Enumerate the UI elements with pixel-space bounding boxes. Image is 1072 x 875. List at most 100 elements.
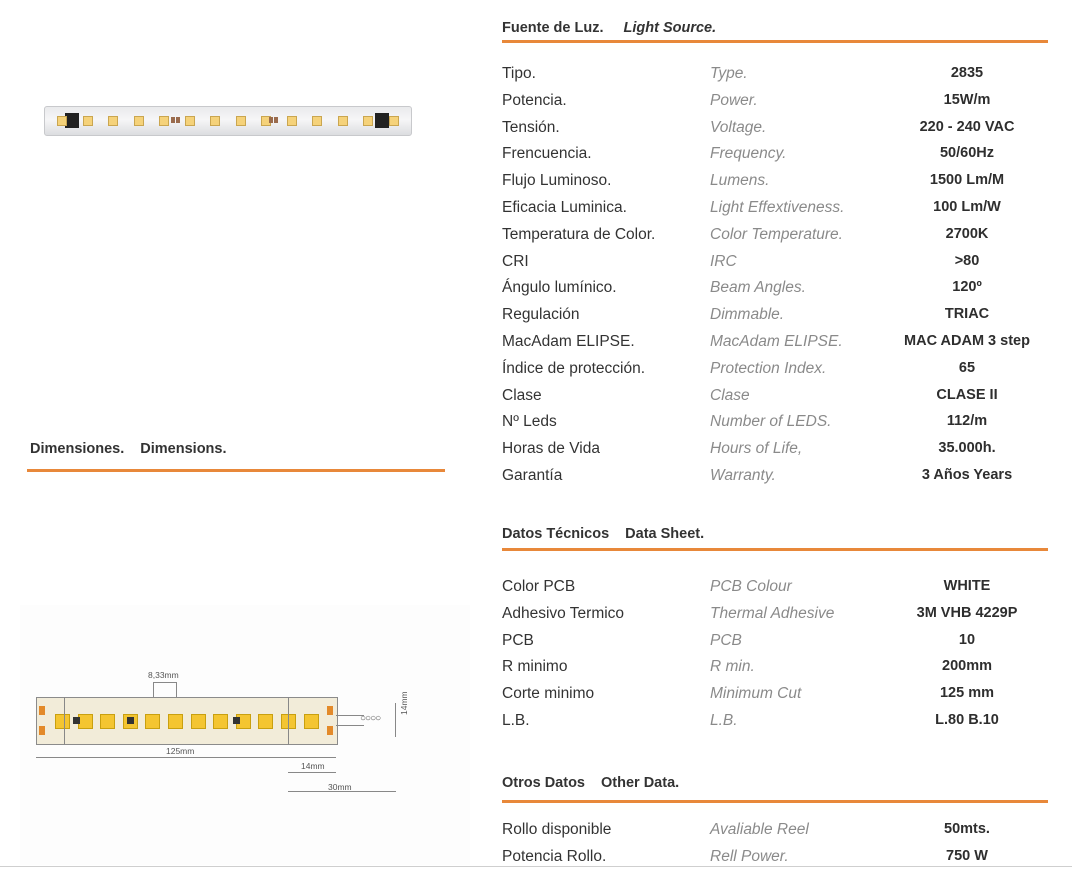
spec-row: Clase Clase CLASE II: [502, 387, 1062, 414]
spec-label-es: Nº Leds: [502, 413, 557, 431]
spec-label-en: Voltage.: [710, 118, 767, 136]
led-drawing: [258, 714, 274, 729]
spec-label-es: Ángulo lumínico.: [502, 279, 617, 297]
spec-label-en: Color Temperature.: [710, 225, 843, 243]
spec-label-en: Power.: [710, 91, 758, 109]
spec-row: Color PCB PCB Colour WHITE: [502, 578, 1062, 605]
spec-value: 120º: [952, 279, 982, 296]
dimensions-rule: [27, 469, 445, 472]
spec-label-en: IRC: [710, 252, 737, 270]
spec-label-en: PCB Colour: [710, 578, 792, 595]
spec-label-es: Adhesivo Termico: [502, 604, 625, 622]
spec-row: Potencia. Power. 15W/m: [502, 92, 1062, 119]
spec-value: 50mts.: [944, 821, 990, 837]
data-sheet-rule: [502, 548, 1048, 551]
spec-value: 35.000h.: [938, 440, 996, 457]
spec-label-es: Potencia Rollo.: [502, 847, 607, 865]
resistor: [269, 117, 273, 123]
resistor-drawing: [233, 717, 240, 724]
led-chip: [108, 116, 118, 126]
spec-label-en: Thermal Adhesive: [710, 604, 835, 622]
spec-label-es: Color PCB: [502, 578, 576, 595]
spec-label-es: Índice de protección.: [502, 359, 646, 377]
spec-label-es: Regulación: [502, 306, 580, 324]
spec-value: 1500 Lm/M: [929, 172, 1005, 189]
spec-row: Tipo. Type. 2835: [502, 65, 1062, 92]
spec-value: TRIAC: [944, 306, 990, 323]
light-source-title-en: Light Source.: [623, 20, 717, 36]
led-chip: [235, 116, 246, 126]
spec-label-en: Rell Power.: [710, 847, 789, 865]
dimensions-title-en: Dimensions.: [140, 441, 227, 457]
spec-row: PCB PCB 10: [502, 632, 1062, 659]
led-drawing: [190, 714, 206, 729]
light-source-heading: Fuente de Luz. Light Source.: [502, 20, 716, 36]
spec-value: L.80 B.10: [935, 711, 999, 728]
dimensions-heading: Dimensiones. Dimensions.: [30, 441, 227, 457]
solder-pad: [39, 706, 45, 715]
spec-label-es: Potencia.: [502, 91, 567, 109]
spec-value: 200mm: [942, 658, 992, 675]
light-source-title-es: Fuente de Luz.: [502, 20, 604, 36]
spec-label-es: Corte minimo: [502, 685, 595, 703]
other-data-title-es: Otros Datos: [502, 775, 585, 791]
spec-label-es: Frencuencia.: [502, 145, 592, 163]
led-chip: [337, 116, 348, 126]
other-data-title-en: Other Data.: [601, 775, 680, 791]
spec-label-es: Flujo Luminoso.: [502, 172, 612, 190]
spec-row: Nº Leds Number of LEDS. 112/m: [502, 413, 1062, 440]
led-strip-photo: [44, 106, 412, 136]
solder-pad: [39, 726, 45, 735]
spec-label-en: Lumens.: [710, 172, 770, 190]
led-chip: [184, 116, 195, 126]
other-data-heading: Otros Datos Other Data.: [502, 775, 679, 791]
driver-chip: [375, 113, 389, 128]
resistor: [274, 117, 278, 123]
spec-row: Corte minimo Minimum Cut 125 mm: [502, 685, 1062, 712]
spec-label-en: Hours of Life,: [710, 440, 803, 458]
led-drawing: [100, 714, 116, 729]
spec-label-es: Garantía: [502, 466, 563, 484]
led-drawing: [55, 714, 70, 729]
spec-label-en: R min.: [710, 658, 755, 676]
data-sheet-title-en: Data Sheet.: [625, 526, 705, 542]
spec-row: R minimo R min. 200mm: [502, 658, 1062, 685]
end-cap-label: 14mm: [301, 761, 325, 771]
spec-value: 65: [958, 359, 976, 376]
spec-label-es: Tipo.: [502, 65, 536, 82]
spec-label-en: Type.: [710, 65, 748, 82]
spec-label-es: Clase: [502, 386, 542, 404]
spec-row: Ángulo lumínico. Beam Angles. 120º: [502, 279, 1062, 306]
spec-value: 112/m: [946, 413, 988, 430]
spec-row: Temperatura de Color. Color Temperature. 2…: [502, 226, 1062, 253]
light-source-rule: [502, 40, 1048, 43]
spec-row: Frencuencia. Frequency. 50/60Hz: [502, 145, 1062, 172]
spec-row: Regulación Dimmable. TRIAC: [502, 306, 1062, 333]
spec-value: >80: [954, 252, 980, 269]
spec-value: 15W/m: [943, 91, 991, 108]
led-chip: [82, 116, 93, 126]
page-bottom-border: [0, 866, 1072, 867]
spec-value: CLASE II: [936, 386, 998, 403]
spec-value: 220 - 240 VAC: [919, 118, 1015, 135]
spec-label-es: Tensión.: [502, 118, 560, 136]
led-drawing: [213, 714, 229, 729]
spec-label-en: Minimum Cut: [710, 685, 802, 703]
spec-label-es: L.B.: [502, 711, 530, 729]
spec-label-en: Avaliable Reel: [710, 821, 809, 838]
spec-label-es: Temperatura de Color.: [502, 225, 656, 243]
spec-row: Flujo Luminoso. Lumens. 1500 Lm/M: [502, 172, 1062, 199]
spec-label-en: Light Effextiveness.: [710, 198, 845, 216]
led-chip: [210, 116, 220, 126]
spec-label-es: CRI: [502, 252, 529, 270]
spec-row: Adhesivo Termico Thermal Adhesive 3M VHB 4…: [502, 605, 1062, 632]
spec-label-en: Protection Index.: [710, 359, 827, 377]
height-label: 14mm: [399, 691, 409, 715]
spec-row: Índice de protección. Protection Index. 65: [502, 360, 1062, 387]
spec-row: Rollo disponible Avaliable Reel 50mts.: [502, 821, 1062, 848]
led-chip: [159, 116, 169, 126]
spec-row: L.B. L.B. L.80 B.10: [502, 712, 1062, 739]
spec-value: 2835: [950, 65, 984, 81]
data-sheet-table: Color PCB PCB Colour WHITE Adhesivo Termico…: [502, 578, 1062, 739]
spec-label-es: PCB: [502, 631, 534, 649]
